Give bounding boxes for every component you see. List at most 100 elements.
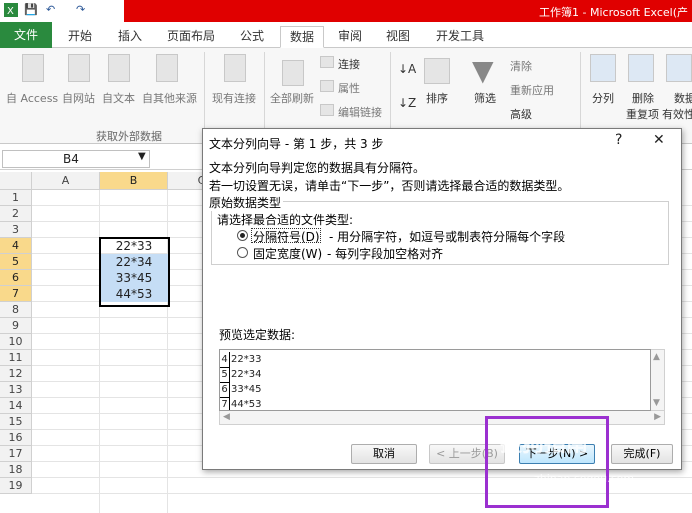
edit-links-button[interactable]: 编辑链接 [338, 104, 382, 120]
row-header[interactable]: 1 [0, 190, 32, 206]
cancel-button[interactable]: 取消 [351, 444, 417, 464]
list-item: 7 44*53 [220, 397, 262, 410]
fixed-width-radio[interactable] [237, 247, 248, 258]
select-all-corner[interactable] [0, 172, 32, 190]
tab-page-layout[interactable]: 页面布局 [160, 26, 222, 48]
from-access-button[interactable]: 自 Access [6, 90, 58, 106]
web-icon [68, 54, 90, 82]
watermark-url: zhinan.sogou.com [534, 472, 635, 485]
row-header[interactable]: 16 [0, 430, 32, 446]
finish-button[interactable]: 完成(F) [611, 444, 673, 464]
row-header[interactable]: 2 [0, 206, 32, 222]
fixed-width-description: - 每列字段加空格对齐 [327, 247, 444, 261]
save-icon[interactable]: 💾 [24, 3, 38, 19]
scroll-left-icon[interactable]: ◀ [223, 412, 230, 422]
undo-icon[interactable]: ↶ [46, 3, 55, 19]
ribbon-separator [390, 52, 391, 138]
help-icon[interactable]: ? [615, 132, 622, 148]
text-to-columns-button[interactable]: 分列 [592, 90, 614, 106]
row-header[interactable]: 19 [0, 478, 32, 494]
tab-insert[interactable]: 插入 [110, 26, 150, 48]
name-box[interactable]: B4 [2, 150, 150, 168]
list-item: 4 22*33 [220, 352, 262, 368]
sort-icon [424, 58, 450, 84]
delimited-radio[interactable] [237, 230, 248, 241]
filter-icon: ▼ [472, 54, 494, 87]
scroll-down-icon[interactable]: ▼ [653, 398, 660, 408]
fixed-width-label[interactable]: 固定宽度(W) [253, 245, 322, 262]
data-validation-button[interactable]: 数据 [674, 90, 692, 106]
ribbon-separator [264, 52, 265, 138]
scroll-right-icon[interactable]: ▶ [654, 412, 661, 422]
properties-button[interactable]: 属性 [338, 80, 360, 96]
from-text-button[interactable]: 自文本 [102, 90, 135, 106]
list-item: 6 33*45 [220, 382, 262, 398]
delimited-label[interactable]: 分隔符号(D) [253, 228, 320, 245]
row-header[interactable]: 12 [0, 366, 32, 382]
tab-file[interactable]: 文件 [0, 22, 52, 48]
tab-developer[interactable]: 开发工具 [428, 26, 492, 48]
filter-button[interactable]: 筛选 [474, 90, 496, 106]
row-header[interactable]: 18 [0, 462, 32, 478]
existing-connections-icon [224, 54, 246, 82]
from-web-button[interactable]: 自网站 [62, 90, 95, 106]
row-header[interactable]: 10 [0, 334, 32, 350]
advanced-button[interactable]: 高级 [510, 106, 532, 122]
chevron-down-icon[interactable]: ▼ [138, 151, 146, 162]
preview-row-text: 33*45 [231, 384, 262, 395]
edit-links-icon [320, 104, 334, 116]
column-header-a[interactable]: A [32, 172, 100, 190]
row-header[interactable]: 8 [0, 302, 32, 318]
row-header[interactable]: 3 [0, 222, 32, 238]
scroll-up-icon[interactable]: ▲ [653, 352, 660, 362]
column-header-b[interactable]: B [100, 172, 168, 190]
text-file-icon [108, 54, 130, 82]
properties-icon [320, 80, 334, 92]
tab-home[interactable]: 开始 [60, 26, 100, 48]
text-to-columns-icon [590, 54, 616, 82]
clear-button[interactable]: 清除 [510, 58, 532, 74]
sort-button[interactable]: 排序 [426, 90, 448, 106]
tab-data[interactable]: 数据 [280, 26, 324, 48]
preview-row-text: 22*33 [231, 354, 262, 365]
refresh-all-icon [282, 60, 304, 86]
ribbon-tabs: 文件 开始 插入 页面布局 公式 数据 审阅 视图 开发工具 [0, 22, 692, 48]
row-header[interactable]: 11 [0, 350, 32, 366]
preview-row-text: 44*53 [231, 399, 262, 410]
row-header[interactable]: 15 [0, 414, 32, 430]
ribbon-separator [204, 52, 205, 138]
row-header[interactable]: 13 [0, 382, 32, 398]
window-title: 工作簿1 - Microsoft Excel(产 [539, 6, 688, 19]
group-prompt: 请选择最合适的文件类型: [217, 213, 354, 227]
sort-asc-icon[interactable]: ↓A [398, 62, 416, 76]
from-other-sources-button[interactable]: 自其他来源 [142, 90, 197, 106]
selection-outline [99, 237, 170, 307]
row-header[interactable]: 17 [0, 446, 32, 462]
row-header[interactable]: 9 [0, 318, 32, 334]
existing-connections-button[interactable]: 现有连接 [212, 90, 256, 106]
refresh-all-button[interactable]: 全部刷新 [270, 90, 314, 106]
connections-icon [320, 56, 334, 68]
svg-text:X: X [7, 6, 14, 17]
row-header[interactable]: 7 [0, 286, 32, 302]
preview-pane[interactable]: 4 22*33 5 22*34 6 33*45 7 44*53 [219, 349, 651, 411]
close-icon[interactable]: ✕ [653, 132, 665, 148]
tab-formulas[interactable]: 公式 [232, 26, 272, 48]
ribbon-separator [580, 52, 581, 138]
remove-duplicates-icon [628, 54, 654, 82]
sort-desc-icon[interactable]: ↓Z [398, 96, 416, 110]
remove-duplicates-button[interactable]: 删除 [632, 90, 654, 106]
row-header[interactable]: 4 [0, 238, 32, 254]
connections-button[interactable]: 连接 [338, 56, 360, 72]
reapply-button[interactable]: 重新应用 [510, 82, 554, 98]
row-header[interactable]: 6 [0, 270, 32, 286]
preview-row-text: 22*34 [231, 369, 262, 380]
tab-view[interactable]: 视图 [378, 26, 418, 48]
preview-label: 预览选定数据: [219, 328, 296, 342]
redo-icon[interactable]: ↷ [76, 3, 85, 19]
row-header[interactable]: 5 [0, 254, 32, 270]
preview-row-number: 4 [220, 352, 230, 368]
tab-review[interactable]: 审阅 [330, 26, 370, 48]
row-header[interactable]: 14 [0, 398, 32, 414]
preview-vertical-scrollbar[interactable]: ▲ ▼ [651, 349, 665, 411]
